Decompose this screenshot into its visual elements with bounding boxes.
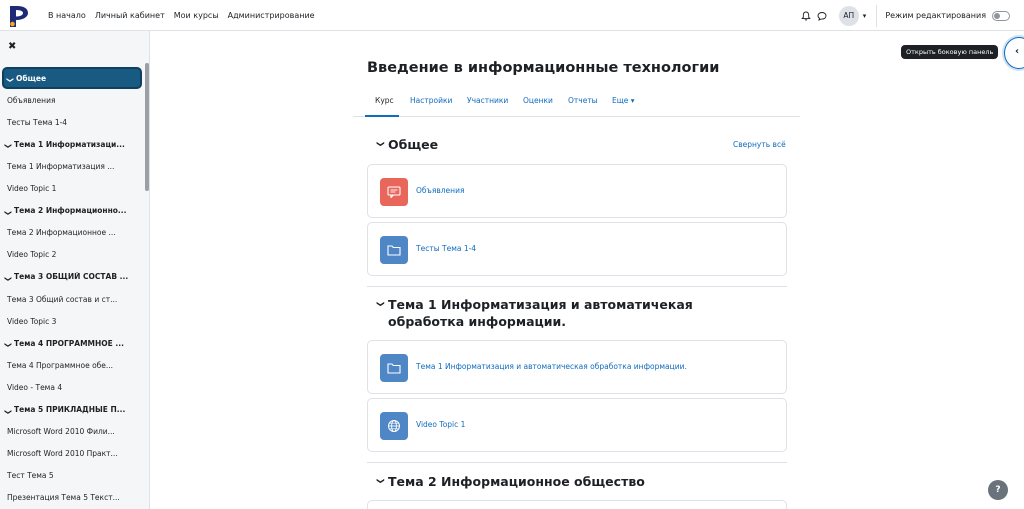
sidebar-item-label: Тема 3 ОБЩИЙ СОСТАВ ... <box>14 272 129 282</box>
nav-dashboard-link[interactable]: Личный кабинет <box>95 11 165 20</box>
folder-icon <box>380 354 408 382</box>
sidebar-activity-item[interactable]: Презентация Тема 5 Текст... <box>2 487 140 509</box>
collapse-all-link[interactable]: Свернуть всё <box>733 140 786 149</box>
chevron-down-icon[interactable]: ❯ <box>4 337 12 349</box>
user-menu-chevron-down-icon[interactable]: ▾ <box>863 12 867 20</box>
section-divider <box>367 462 787 463</box>
messages-icon[interactable] <box>817 11 827 21</box>
sidebar-activity-item[interactable]: Video - Тема 4 <box>2 376 140 398</box>
sidebar-item-label: Презентация Тема 5 Текст... <box>7 493 120 503</box>
sidebar-activity-item[interactable]: Video Topic 1 <box>2 178 140 200</box>
sidebar-item-label: Тема 4 ПРОГРАММНОЕ ... <box>14 338 124 348</box>
sidebar-item-label: Тест Тема 5 <box>7 471 54 481</box>
activity-link[interactable]: Тема 1 Информатизация и автоматическая о… <box>416 362 687 371</box>
tab-course[interactable]: Курс <box>375 96 394 105</box>
chevron-down-icon[interactable]: ❯ <box>6 72 14 84</box>
page-title: Введение в информационные технологии <box>367 60 720 76</box>
close-sidebar-icon[interactable]: ✖ <box>8 41 16 52</box>
sidebar-section-item[interactable]: ❯ Общее <box>2 67 142 89</box>
sidebar-activity-item[interactable]: Video Topic 2 <box>2 244 140 266</box>
sidebar-item-label: Тема 5 ПРИКЛАДНЫЕ П... <box>14 405 126 414</box>
sidebar-section-item[interactable]: ❯ Тема 3 ОБЩИЙ СОСТАВ ... <box>2 266 140 288</box>
edit-mode-label: Режим редактирования <box>885 11 986 20</box>
activity-card[interactable]: Video Topic 1 <box>367 398 787 452</box>
sidebar-activity-item[interactable]: Тема 2 Информационное ... <box>2 222 140 244</box>
tab-participants[interactable]: Участники <box>467 96 508 105</box>
sidebar-item-label: Объявления <box>7 95 56 105</box>
sidebar-item-label: Тема 1 Информатизаци... <box>14 139 125 149</box>
sidebar-item-label: Microsoft Word 2010 Практ... <box>7 449 118 459</box>
sidebar-item-label: Тема 1 Информатизация ... <box>7 161 115 171</box>
nav-home-link[interactable]: В начало <box>48 11 86 20</box>
activity-link[interactable]: Video Topic 1 <box>416 420 465 429</box>
globe-icon <box>380 412 408 440</box>
sidebar-activity-item[interactable]: Video Topic 3 <box>2 310 140 332</box>
section-header-general[interactable]: ❯ Общее <box>372 136 438 156</box>
chevron-down-icon[interactable]: ❯ <box>4 138 12 150</box>
nav-admin-link[interactable]: Администрирование <box>228 11 315 20</box>
sidebar-activity-item[interactable]: Тема 3 Общий состав и ст... <box>2 288 140 310</box>
active-tab-indicator <box>365 115 399 117</box>
sidebar-item-label: Video Topic 1 <box>7 184 57 193</box>
sidebar-item-label: Video Topic 3 <box>7 316 57 326</box>
open-drawer-button[interactable]: ‹ <box>1004 37 1024 69</box>
sidebar-item-label: Microsoft Word 2010 Фили... <box>7 427 115 437</box>
sidebar-activity-item[interactable]: Microsoft Word 2010 Практ... <box>2 443 140 465</box>
tab-settings[interactable]: Настройки <box>410 96 452 105</box>
sidebar-section-item[interactable]: ❯ Тема 4 ПРОГРАММНОЕ ... <box>2 332 140 354</box>
nav-my-courses-link[interactable]: Мои курсы <box>174 11 219 20</box>
activity-link[interactable]: Тесты Тема 1-4 <box>416 244 476 253</box>
chevron-down-icon[interactable]: ❯ <box>373 478 387 492</box>
forum-icon <box>380 178 408 206</box>
sidebar-activity-item[interactable]: Тема 1 Информатизация ... <box>2 155 140 177</box>
edit-mode-toggle[interactable] <box>992 10 1010 21</box>
sidebar-item-label: Тема 2 Информационно... <box>14 206 127 216</box>
tab-grades[interactable]: Оценки <box>523 96 553 105</box>
sidebar-item-label: Video Topic 2 <box>7 250 57 260</box>
navbar-divider <box>876 4 878 27</box>
activity-card[interactable]: Тема 1 Информатизация и автоматическая о… <box>367 340 787 394</box>
sidebar-activity-item[interactable]: Тест Тема 5 <box>2 465 140 487</box>
sidebar-item-label: Тесты Тема 1-4 <box>7 117 68 127</box>
activity-card[interactable] <box>367 500 787 509</box>
section-header-topic-2[interactable]: ❯ Тема 2 Информационное общество <box>372 473 645 493</box>
sidebar-section-item[interactable]: ❯ Тема 5 ПРИКЛАДНЫЕ П... <box>2 399 140 421</box>
section-header-topic-1[interactable]: ❯ Тема 1 Информатизация и автоматичекая о… <box>372 296 782 330</box>
course-tabs: Курс Настройки Участники Оценки Отчеты Е… <box>353 88 800 117</box>
sidebar-item-label: Общее <box>16 73 47 83</box>
top-navbar: В начало Личный кабинет Мои курсы Админи… <box>0 0 1024 31</box>
sidebar-section-item[interactable]: ❯ Тема 1 Информатизаци... <box>2 133 140 155</box>
chevron-down-icon[interactable]: ❯ <box>373 141 387 155</box>
chevron-down-icon[interactable]: ❯ <box>4 404 12 416</box>
help-button[interactable]: ? <box>988 480 1008 500</box>
sidebar-item-label: Тема 3 Общий состав и ст... <box>7 294 118 304</box>
chevron-down-icon[interactable]: ❯ <box>4 205 12 217</box>
sidebar-item-label: Тема 4 Программное обе... <box>7 360 114 370</box>
tab-more[interactable]: Еще ▾ <box>612 96 635 105</box>
chevron-left-icon: ‹ <box>1015 46 1020 57</box>
chevron-down-icon[interactable]: ❯ <box>4 271 12 283</box>
sidebar-item-label: Video - Тема 4 <box>7 382 63 392</box>
sidebar-activity-item[interactable]: Тема 4 Программное обе... <box>2 354 140 376</box>
sidebar-activity-item[interactable]: Объявления <box>2 89 140 111</box>
folder-icon <box>380 236 408 264</box>
site-logo-icon[interactable] <box>6 3 32 29</box>
chevron-down-icon[interactable]: ❯ <box>373 301 387 315</box>
section-divider <box>367 286 787 287</box>
drawer-tooltip: Открыть боковую панель <box>901 45 999 59</box>
sidebar-activity-item[interactable]: Тесты Тема 1-4 <box>2 111 140 133</box>
bell-icon[interactable] <box>801 11 811 21</box>
user-avatar[interactable]: АП <box>838 5 859 26</box>
sidebar-item-label: Тема 2 Информационное ... <box>7 228 116 238</box>
activity-card[interactable]: Объявления <box>367 164 787 218</box>
sidebar-scrollbar[interactable] <box>145 63 149 191</box>
activity-card[interactable]: Тесты Тема 1-4 <box>367 222 787 276</box>
sidebar-activity-item[interactable]: Microsoft Word 2010 Фили... <box>2 421 140 443</box>
sidebar-section-item[interactable]: ❯ Тема 2 Информационно... <box>2 200 140 222</box>
tab-reports[interactable]: Отчеты <box>568 96 598 105</box>
course-index-sidebar: ✖ ❯ Общее Объявления Тесты Тема 1-4 ❯ Тема 1 … <box>0 31 150 509</box>
activity-link[interactable]: Объявления <box>416 186 464 195</box>
